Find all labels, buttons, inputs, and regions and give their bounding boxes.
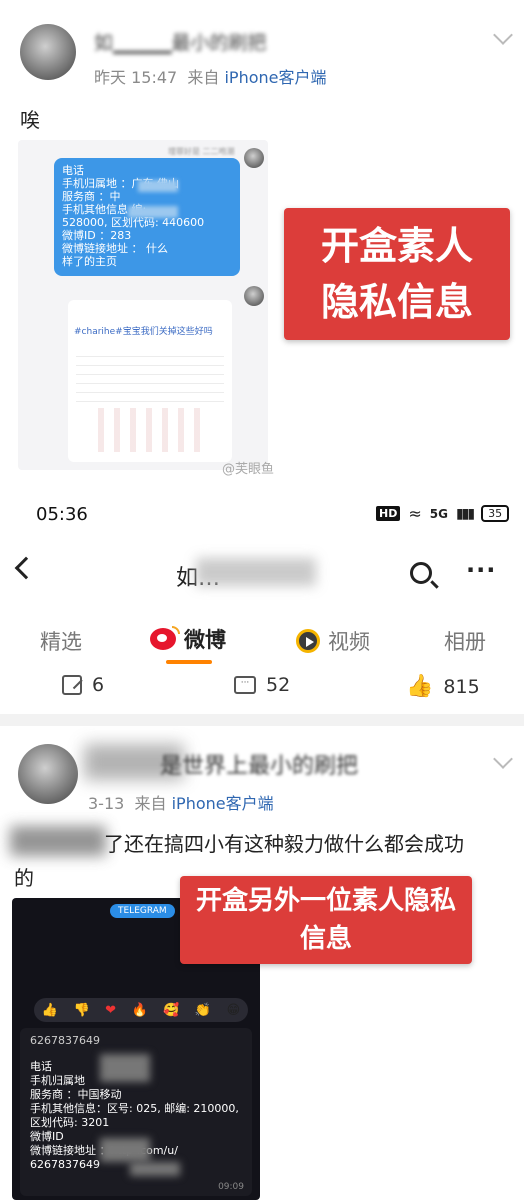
signal-icon: ▮▮▮ — [455, 505, 475, 522]
chat-avatar — [244, 148, 264, 168]
post1-overlay-label: 开盒素人隐私信息 — [284, 208, 510, 340]
telegram-msg-time: 09:09 — [218, 1182, 244, 1192]
more-dots-icon[interactable]: ··· — [466, 556, 496, 584]
reaction-3[interactable]: 🔥 — [132, 1003, 148, 1018]
chat-line-0: 电话 — [62, 164, 84, 177]
chat-card-title: #charihe#宝宝我们关掉这些好吗 — [74, 327, 213, 337]
post1-overlay-text: 开盒素人隐私信息 — [320, 224, 473, 324]
post2-overlay-text: 开盒另外一位素人隐私信息 — [195, 886, 456, 954]
battery-level: 35 — [488, 507, 503, 520]
repost-button[interactable]: 6 — [62, 674, 104, 696]
post2-body-line1: 了还在搞四小有这种毅力做什么都会成功 — [104, 832, 464, 856]
post1-author-name: 如▁▁▁▁最小的刷把 — [94, 32, 267, 54]
chat-card: #charihe#宝宝我们关掉这些好吗 — [68, 300, 232, 462]
tab-featured-label: 精选 — [40, 630, 82, 654]
search-icon[interactable] — [410, 562, 439, 589]
tab-album[interactable]: 相册 — [444, 626, 486, 656]
post2-body-line2: 的 — [14, 866, 34, 890]
like-button[interactable]: 👍 815 — [406, 674, 480, 699]
tg-line-3: 手机其他信息：区号: 025, 邮编: 210000, — [30, 1102, 239, 1115]
tg-line-2: 服务商 ：中国移动 — [30, 1088, 122, 1101]
post2-time: 3-13 — [88, 794, 125, 813]
tab-video[interactable]: 视频 — [296, 626, 370, 656]
tg-redaction-3 — [130, 1162, 180, 1176]
reaction-5[interactable]: 👏 — [195, 1003, 211, 1018]
post1-screenshot-image[interactable]: 埋罪好是 二二咆潮 电话 手机归属地 ：广东 佛山 服务商 ：中 手机其他信息 … — [18, 140, 268, 470]
chat-redaction-2 — [128, 206, 178, 218]
chat-line-6: 微博链接地址 ： 什么 — [62, 242, 168, 255]
chat-info-bubble: 电话 手机归属地 ：广东 佛山 服务商 ：中 手机其他信息 编: 528000,… — [54, 158, 240, 276]
back-arrow-icon[interactable] — [14, 556, 38, 580]
network-label: 5G — [429, 506, 448, 521]
telegram-number: 6267837649 — [30, 1034, 100, 1047]
telegram-message: 6267837649 电话 手机归属地 服务商 ：中国移动 手机其他信息：区号:… — [20, 1028, 252, 1196]
tab-video-label: 视频 — [328, 630, 370, 654]
comment-button[interactable]: ··· 52 — [234, 674, 290, 696]
profile-title-blur — [196, 558, 316, 586]
telegram-badge-label: TELEGRAM — [118, 906, 167, 916]
reaction-0[interactable]: 👍 — [42, 1003, 58, 1018]
repost-icon — [62, 675, 83, 695]
chat-avatar-2 — [244, 286, 264, 306]
tab-featured[interactable]: 精选 — [40, 626, 82, 656]
post2-author-name: 是世界上最小的刷把 — [160, 754, 359, 779]
reaction-4[interactable]: 🥰 — [163, 1003, 179, 1018]
tg-line-4: 区划代码: 3201 — [30, 1116, 110, 1129]
reaction-2[interactable]: ❤ — [105, 1003, 116, 1018]
status-time: 05:36 — [36, 504, 88, 525]
post1-meta: 昨天 15:47 来自 iPhone客户端 — [94, 64, 327, 88]
weibo-logo-icon — [150, 626, 180, 650]
tab-active-indicator — [166, 660, 212, 664]
chat-line-5: 微博ID ：283 — [62, 229, 132, 242]
post2-source[interactable]: iPhone客户端 — [172, 794, 274, 813]
tab-weibo[interactable]: 微博 — [150, 624, 226, 654]
post2-body-blur — [10, 826, 106, 856]
watermark: @芙眼鱼 — [222, 462, 275, 477]
section-divider — [0, 714, 524, 726]
chat-card-settings-block — [76, 348, 224, 402]
telegram-badge: TELEGRAM — [110, 904, 175, 918]
like-count: 815 — [443, 675, 480, 698]
post2-overlay-label: 开盒另外一位素人隐私信息 — [180, 876, 472, 964]
chat-sender: 埋罪好是 二二咆潮 — [168, 147, 235, 156]
reaction-1[interactable]: 👎 — [73, 1003, 89, 1018]
post2-source-prefix: 来自 — [134, 794, 167, 813]
post2-meta: 3-13 来自 iPhone客户端 — [88, 790, 274, 814]
post2-more-chevron-icon[interactable] — [493, 749, 513, 769]
post1-avatar[interactable] — [20, 24, 76, 80]
comment-icon: ··· — [234, 676, 256, 694]
wifi-icon: ≈ — [408, 504, 422, 523]
chat-card-doc-block — [88, 408, 208, 452]
chat-line-7: 样了的主页 — [62, 255, 117, 268]
battery-icon: 35 — [481, 505, 510, 522]
post1-time: 昨天 15:47 — [94, 68, 178, 87]
post1-body: 唉 — [20, 108, 40, 132]
tg-redaction-2 — [100, 1138, 150, 1162]
post2-author[interactable]: 是世界上最小的刷把 — [160, 748, 358, 780]
repost-count: 6 — [92, 674, 105, 696]
tab-album-label: 相册 — [444, 630, 486, 654]
comment-count: 52 — [266, 674, 291, 696]
post1-author[interactable]: 如▁▁▁▁最小的刷把 — [94, 28, 266, 55]
post1-more-chevron-icon[interactable] — [493, 25, 513, 45]
status-icons: HD ≈ 5G ▮▮▮ 35 — [376, 504, 510, 523]
hd-badge: HD — [376, 506, 401, 521]
post1-source[interactable]: iPhone客户端 — [224, 68, 326, 87]
post1-source-prefix: 来自 — [187, 68, 220, 87]
post2-avatar[interactable] — [18, 744, 78, 804]
chat-redaction-1 — [138, 180, 178, 192]
reaction-6[interactable]: 😁 — [227, 1003, 241, 1018]
tab-weibo-label: 微博 — [184, 628, 226, 652]
telegram-reactions: 👍 👎 ❤ 🔥 🥰 👏 😁 — [34, 998, 248, 1022]
tg-redaction-1 — [100, 1054, 150, 1082]
video-icon — [296, 629, 320, 653]
thumbs-up-icon: 👍 — [406, 674, 434, 699]
